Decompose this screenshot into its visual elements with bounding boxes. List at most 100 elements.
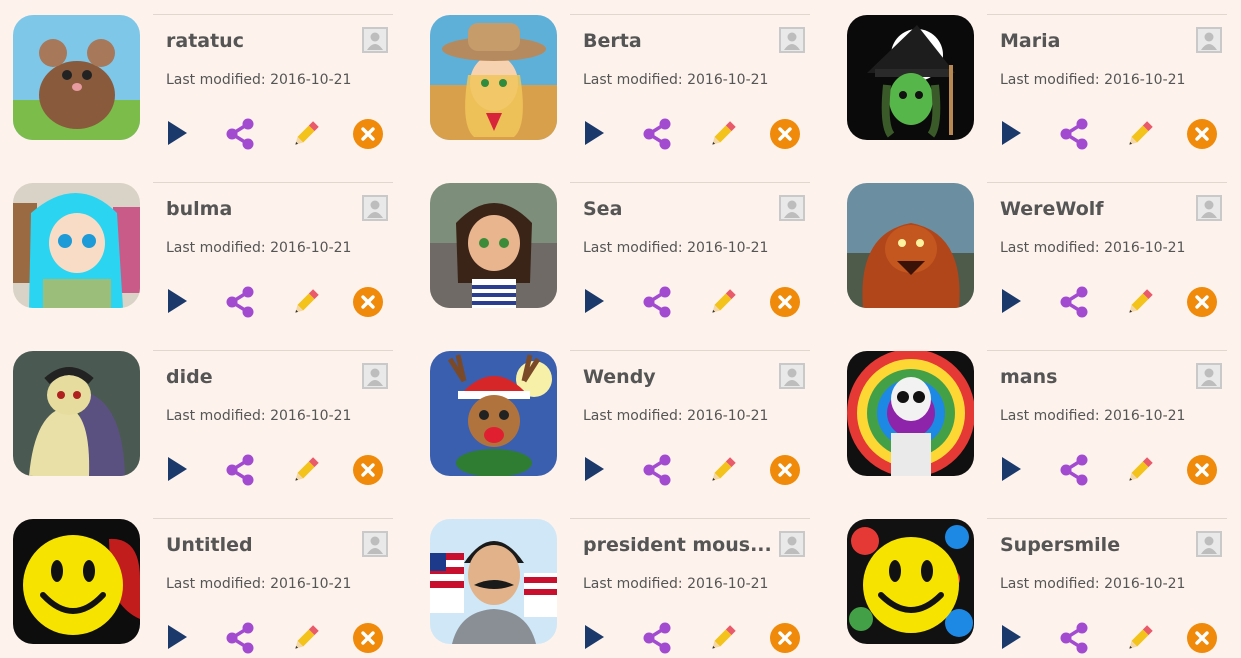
- girl-image: [430, 183, 557, 308]
- delete-icon[interactable]: [1186, 622, 1218, 654]
- edit-pencil-icon[interactable]: [707, 622, 739, 654]
- delete-icon[interactable]: [769, 286, 801, 318]
- user-avatar-icon[interactable]: [779, 531, 805, 557]
- delete-icon[interactable]: [1186, 454, 1218, 486]
- character-title[interactable]: bulma: [166, 198, 356, 220]
- character-thumbnail[interactable]: [430, 519, 557, 644]
- character-title[interactable]: Wendy: [583, 366, 773, 388]
- user-avatar-icon[interactable]: [779, 27, 805, 53]
- character-grid: ratatuc Last modified: 2016-10-21 Berta …: [0, 0, 1241, 658]
- character-card: ratatuc Last modified: 2016-10-21: [0, 14, 393, 150]
- character-title[interactable]: mans: [1000, 366, 1190, 388]
- play-icon[interactable]: [166, 286, 198, 318]
- edit-pencil-icon[interactable]: [707, 118, 739, 150]
- delete-icon[interactable]: [352, 622, 384, 654]
- character-thumbnail[interactable]: [847, 15, 974, 140]
- reindeer-image: [430, 351, 557, 476]
- play-icon[interactable]: [583, 454, 615, 486]
- character-thumbnail[interactable]: [430, 15, 557, 140]
- divider: [987, 14, 1227, 15]
- character-thumbnail[interactable]: [13, 183, 140, 308]
- user-avatar-icon[interactable]: [362, 27, 388, 53]
- edit-pencil-icon[interactable]: [707, 286, 739, 318]
- character-thumbnail[interactable]: [847, 351, 974, 476]
- user-avatar-icon[interactable]: [1196, 531, 1222, 557]
- edit-pencil-icon[interactable]: [1124, 118, 1156, 150]
- share-icon[interactable]: [1058, 118, 1090, 150]
- edit-pencil-icon[interactable]: [1124, 622, 1156, 654]
- character-title[interactable]: ratatuc: [166, 30, 356, 52]
- edit-pencil-icon[interactable]: [290, 454, 322, 486]
- smiley-splash-image: [847, 519, 974, 644]
- user-avatar-icon[interactable]: [362, 363, 388, 389]
- play-icon[interactable]: [1000, 622, 1032, 654]
- witch-image: [847, 15, 974, 140]
- character-thumbnail[interactable]: [847, 183, 974, 308]
- play-icon[interactable]: [1000, 286, 1032, 318]
- character-thumbnail[interactable]: [13, 15, 140, 140]
- delete-icon[interactable]: [352, 118, 384, 150]
- play-icon[interactable]: [166, 622, 198, 654]
- user-avatar-icon[interactable]: [362, 531, 388, 557]
- last-modified: Last modified: 2016-10-21: [583, 240, 769, 256]
- play-icon[interactable]: [166, 118, 198, 150]
- character-thumbnail[interactable]: [430, 351, 557, 476]
- share-icon[interactable]: [224, 286, 256, 318]
- divider: [570, 182, 810, 183]
- character-card: Berta Last modified: 2016-10-21: [417, 14, 810, 150]
- play-icon[interactable]: [166, 454, 198, 486]
- character-title[interactable]: president mous...: [583, 534, 773, 556]
- character-title[interactable]: Maria: [1000, 30, 1190, 52]
- edit-pencil-icon[interactable]: [1124, 286, 1156, 318]
- user-avatar-icon[interactable]: [779, 363, 805, 389]
- edit-pencil-icon[interactable]: [290, 286, 322, 318]
- share-icon[interactable]: [1058, 454, 1090, 486]
- character-title[interactable]: Untitled: [166, 534, 356, 556]
- play-icon[interactable]: [583, 622, 615, 654]
- share-icon[interactable]: [641, 454, 673, 486]
- share-icon[interactable]: [641, 622, 673, 654]
- edit-pencil-icon[interactable]: [290, 622, 322, 654]
- delete-icon[interactable]: [769, 622, 801, 654]
- character-card: Maria Last modified: 2016-10-21: [834, 14, 1227, 150]
- play-icon[interactable]: [583, 118, 615, 150]
- share-icon[interactable]: [224, 118, 256, 150]
- user-avatar-icon[interactable]: [1196, 27, 1222, 53]
- share-icon[interactable]: [1058, 286, 1090, 318]
- character-thumbnail[interactable]: [13, 351, 140, 476]
- user-avatar-icon[interactable]: [362, 195, 388, 221]
- character-title[interactable]: Supersmile: [1000, 534, 1190, 556]
- character-title[interactable]: Sea: [583, 198, 773, 220]
- mustache-man-image: [430, 519, 557, 644]
- character-title[interactable]: Berta: [583, 30, 773, 52]
- user-avatar-icon[interactable]: [1196, 195, 1222, 221]
- share-icon[interactable]: [224, 622, 256, 654]
- character-card: dide Last modified: 2016-10-21: [0, 350, 393, 486]
- delete-icon[interactable]: [1186, 286, 1218, 318]
- delete-icon[interactable]: [769, 118, 801, 150]
- play-icon[interactable]: [1000, 454, 1032, 486]
- character-title[interactable]: dide: [166, 366, 356, 388]
- share-icon[interactable]: [641, 286, 673, 318]
- share-icon[interactable]: [641, 118, 673, 150]
- edit-pencil-icon[interactable]: [707, 454, 739, 486]
- divider: [987, 182, 1227, 183]
- play-icon[interactable]: [1000, 118, 1032, 150]
- delete-icon[interactable]: [352, 286, 384, 318]
- delete-icon[interactable]: [1186, 118, 1218, 150]
- delete-icon[interactable]: [352, 454, 384, 486]
- share-icon[interactable]: [1058, 622, 1090, 654]
- character-title[interactable]: WereWolf: [1000, 198, 1190, 220]
- character-thumbnail[interactable]: [847, 519, 974, 644]
- character-thumbnail[interactable]: [430, 183, 557, 308]
- character-thumbnail[interactable]: [13, 519, 140, 644]
- werewolf-image: [847, 183, 974, 308]
- user-avatar-icon[interactable]: [1196, 363, 1222, 389]
- last-modified: Last modified: 2016-10-21: [166, 408, 352, 424]
- edit-pencil-icon[interactable]: [290, 118, 322, 150]
- user-avatar-icon[interactable]: [779, 195, 805, 221]
- edit-pencil-icon[interactable]: [1124, 454, 1156, 486]
- play-icon[interactable]: [583, 286, 615, 318]
- share-icon[interactable]: [224, 454, 256, 486]
- delete-icon[interactable]: [769, 454, 801, 486]
